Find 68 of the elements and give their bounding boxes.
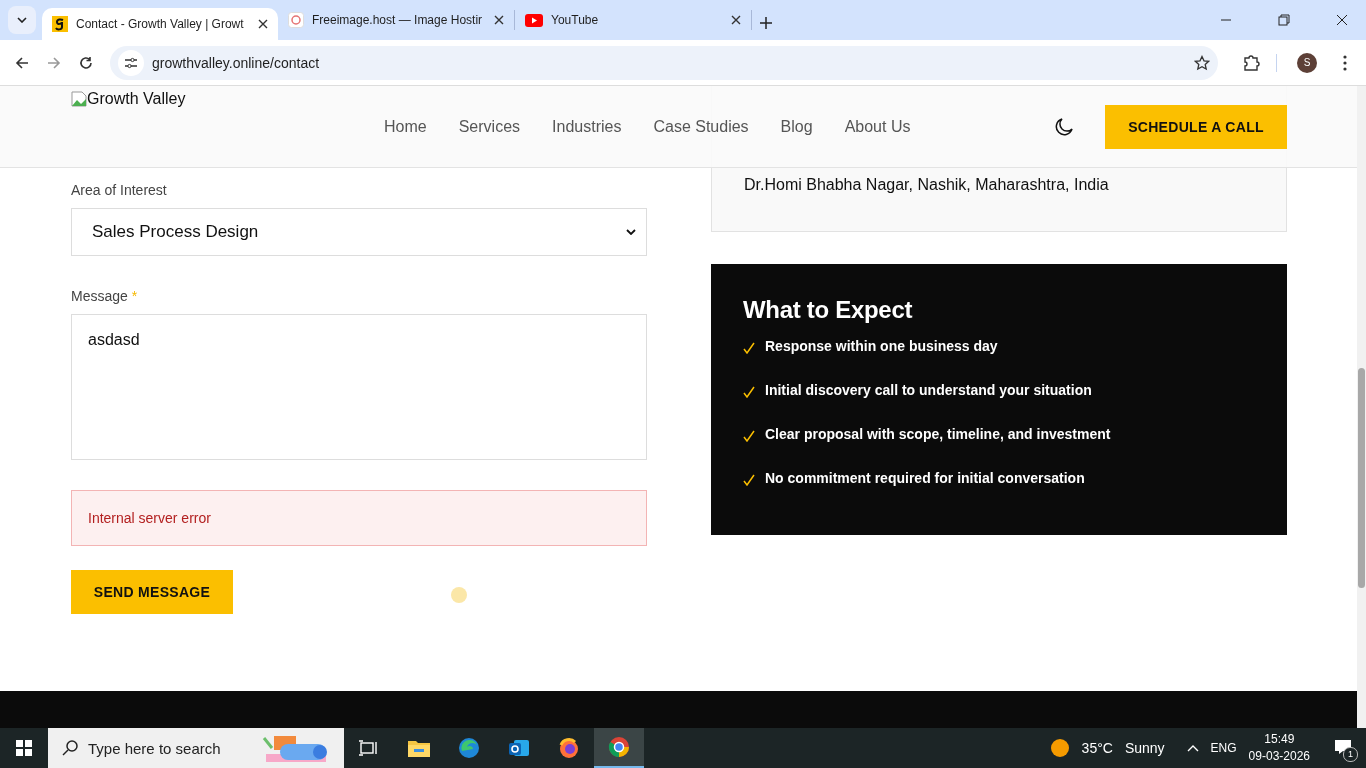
browser-tab[interactable]: YouTube xyxy=(515,4,751,36)
cursor-dot xyxy=(451,587,467,603)
back-icon[interactable] xyxy=(15,55,29,70)
bookmark-star-icon[interactable] xyxy=(1194,54,1210,71)
browser-tab[interactable]: Freeimage.host — Image Hostir xyxy=(278,4,514,36)
logo-alt-text[interactable]: Growth Valley xyxy=(87,90,186,108)
folder-icon[interactable] xyxy=(408,739,430,757)
chevron-up-icon[interactable] xyxy=(1186,744,1199,752)
caret-icon xyxy=(17,17,27,23)
check-icon xyxy=(743,430,755,442)
mail-app-icon[interactable] xyxy=(508,737,530,759)
puzzle-icon[interactable] xyxy=(1242,53,1260,72)
browser-tab[interactable]: Contact - Growth Valley | Growt xyxy=(42,8,278,40)
search-icon xyxy=(62,740,78,756)
site-logo-icon xyxy=(52,16,68,32)
nav-link[interactable]: About Us xyxy=(844,117,911,136)
firefox-icon[interactable] xyxy=(558,737,580,759)
menu-icon[interactable] xyxy=(1343,54,1347,71)
play-logo-icon xyxy=(525,13,543,27)
temperature-text: 35°C xyxy=(1081,740,1113,756)
expect-item: No commitment required for initial conversation xyxy=(765,470,1085,486)
moon-icon[interactable] xyxy=(1055,117,1073,136)
restore-icon[interactable] xyxy=(1278,14,1290,26)
expect-item: Clear proposal with scope, timeline, and investment xyxy=(765,426,1111,442)
nav-link[interactable]: Industries xyxy=(552,117,622,136)
close-icon[interactable] xyxy=(731,15,741,25)
field-label: Message xyxy=(71,288,128,304)
field-label: Area of Interest xyxy=(71,182,168,198)
edge-browser-icon[interactable] xyxy=(458,737,480,759)
clock[interactable]: 15:49 09-03-2026 xyxy=(1248,731,1310,765)
taskbar-search-field[interactable]: Type here to search xyxy=(48,728,344,768)
error-alert: Internal server error xyxy=(71,490,647,546)
plus-icon xyxy=(760,17,772,29)
scrollbar[interactable] xyxy=(1357,86,1366,728)
schedule-call-button[interactable]: SCHEDULE A CALL xyxy=(1105,104,1287,149)
interest-dropdown[interactable]: Sales Process Design xyxy=(71,208,647,256)
profile-avatar[interactable]: S xyxy=(1297,52,1317,73)
image-host-icon xyxy=(288,12,304,28)
send-message-button[interactable]: SEND MESSAGE xyxy=(71,570,233,614)
required-mark: * xyxy=(131,288,138,304)
nav-link[interactable]: Case Studies xyxy=(653,117,749,136)
close-icon[interactable] xyxy=(1336,14,1348,26)
message-field[interactable]: asdasd xyxy=(71,314,647,460)
close-icon[interactable] xyxy=(494,15,504,25)
address-text: Dr.Homi Bhabha Nagar, Nashik, Maharashtra, India xyxy=(744,176,1109,193)
reload-icon[interactable] xyxy=(79,55,93,70)
task-view-icon[interactable] xyxy=(359,740,379,756)
site-settings-icon[interactable] xyxy=(124,56,138,69)
language-indicator[interactable]: ENG xyxy=(1210,741,1237,755)
address-bar[interactable]: growthvalley.online/contact xyxy=(110,45,1218,80)
check-icon xyxy=(743,474,755,486)
forward-icon[interactable] xyxy=(47,55,61,70)
expect-item: Initial discovery call to understand your situation xyxy=(765,382,1092,398)
chrome-icon[interactable] xyxy=(608,736,630,758)
chevron-down-icon xyxy=(626,229,636,235)
broken-image-icon xyxy=(71,91,87,107)
check-icon xyxy=(743,342,755,354)
windows-start-icon[interactable] xyxy=(16,740,32,756)
sun-icon xyxy=(1049,738,1070,758)
nav-link[interactable]: Blog xyxy=(780,117,813,136)
close-icon[interactable] xyxy=(258,19,268,29)
expect-item: Response within one business day xyxy=(765,338,998,354)
panel-title: What to Expect xyxy=(743,296,914,324)
tab-search-button[interactable] xyxy=(8,6,36,34)
check-icon xyxy=(743,386,755,398)
nav-link[interactable]: Home xyxy=(384,117,427,136)
nav-link[interactable]: Services xyxy=(458,117,521,136)
weather-text: Sunny xyxy=(1124,740,1165,756)
